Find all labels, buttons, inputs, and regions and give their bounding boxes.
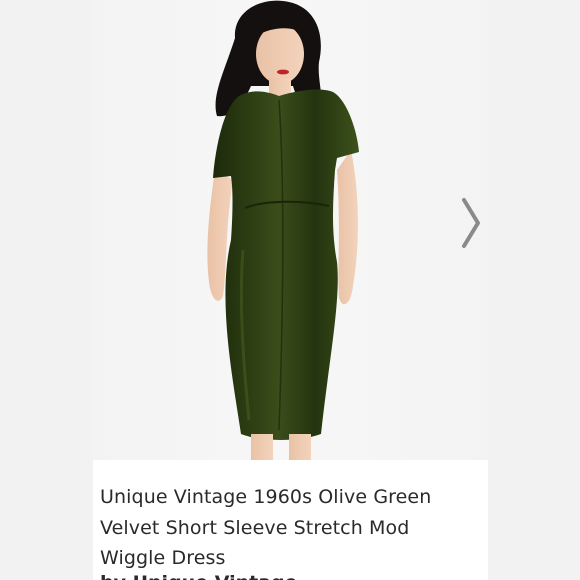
dress-photo-illustration: [207, 0, 359, 460]
left-margin: [0, 0, 93, 580]
product-title[interactable]: Unique Vintage 1960s Olive Green Velvet …: [100, 482, 480, 574]
product-photo[interactable]: [93, 0, 488, 460]
listing-viewer: Unique Vintage 1960s Olive Green Velvet …: [0, 0, 580, 580]
product-brand[interactable]: by Unique Vintage: [100, 572, 298, 580]
next-image-button[interactable]: [458, 196, 484, 250]
right-margin: [488, 0, 580, 580]
chevron-right-icon: [462, 198, 480, 248]
product-caption: Unique Vintage 1960s Olive Green Velvet …: [93, 460, 488, 580]
